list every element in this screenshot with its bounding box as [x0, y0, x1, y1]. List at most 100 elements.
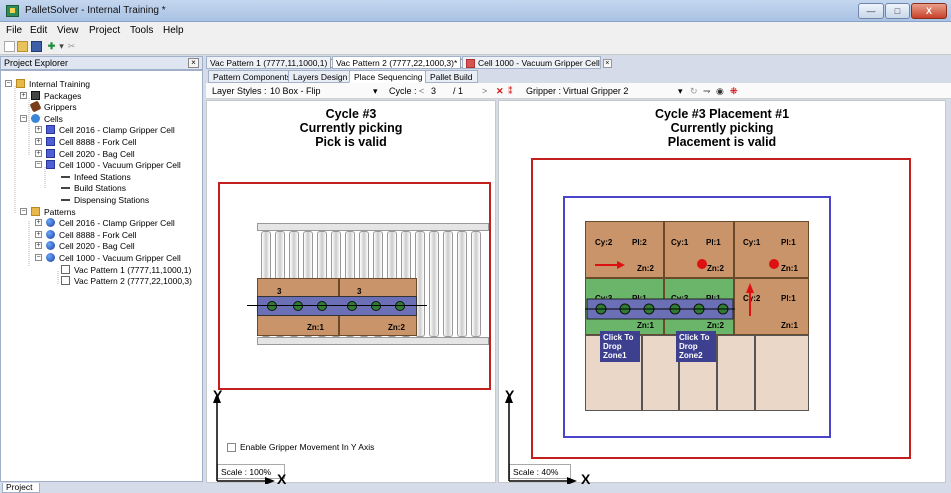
close-gripper-icon[interactable]: ⁜ [730, 86, 738, 97]
chevron-down-icon[interactable]: ▾ [678, 86, 683, 97]
conveyor-roller [471, 231, 481, 337]
collapse-icon[interactable]: − [20, 207, 27, 215]
conveyor-rail-top [257, 223, 489, 231]
tree-node-label: Cells [44, 113, 63, 124]
tree-node-label: Cell 1000 - Vacuum Gripper Cell [59, 160, 181, 171]
collapse-icon[interactable]: − [20, 114, 27, 122]
rotate-icon[interactable]: ↻ [690, 86, 698, 97]
menu-project[interactable]: Project [89, 25, 120, 36]
suction-cup [347, 301, 357, 311]
tree-node-label: Vac Pattern 2 (7777,22,1000,3) [74, 276, 192, 287]
gripper-tool-icon[interactable]: ⇁ [703, 86, 711, 97]
tree-node-label: Internal Training [29, 79, 90, 89]
menu-tools[interactable]: Tools [130, 25, 153, 36]
expand-icon[interactable]: + [35, 242, 42, 250]
packages-icon [31, 90, 40, 100]
drop-zone-2-button[interactable]: Click To Drop Zone2 [676, 331, 716, 362]
cycle-label: Cycle : [389, 86, 417, 96]
tree-node-label: Build Stations [74, 183, 126, 194]
menu-bar: File Edit View Project Tools Help [0, 22, 951, 39]
menu-file[interactable]: File [6, 25, 22, 36]
menu-help[interactable]: Help [163, 25, 184, 36]
tree-node-label: Cell 2016 - Clamp Gripper Cell [59, 125, 175, 136]
close-panel-icon[interactable]: × [188, 58, 199, 68]
tab-place-sequencing[interactable]: Place Sequencing [349, 70, 428, 83]
project-tree: − Internal Training + Packages Grippers − Cell… [0, 70, 203, 482]
empty-slot[interactable] [755, 335, 809, 411]
layer-styles-select[interactable]: 10 Box - Flip [270, 86, 321, 96]
expand-icon[interactable]: + [35, 126, 42, 134]
collapse-icon[interactable]: − [35, 254, 42, 261]
y-axis-label: Y [213, 387, 223, 403]
tree-node-label: Grippers [44, 102, 77, 113]
expand-icon[interactable]: + [35, 149, 42, 157]
cell-icon [46, 137, 55, 146]
tab-vac-pattern-2[interactable]: Vac Pattern 2 (7777,22,1000,3)*× [332, 56, 470, 69]
empty-slot[interactable] [642, 335, 679, 411]
gripper-select[interactable]: Virtual Gripper 2 [563, 86, 628, 96]
tree-node-label: Infeed Stations [74, 171, 131, 182]
minimize-button[interactable]: — [858, 3, 884, 19]
patterns-folder-icon [31, 206, 40, 216]
suction-cup [371, 301, 381, 311]
suction-cup [317, 301, 327, 311]
place-heading-status: Currently picking [670, 121, 774, 135]
tab-pallet-build[interactable]: Pallet Build [425, 70, 478, 83]
delete-icon[interactable]: ✕ [496, 86, 504, 97]
tree-node-label: Vac Pattern 1 (7777,11,1000,1) [74, 264, 192, 275]
collapse-icon[interactable]: − [35, 161, 42, 169]
maximize-button[interactable]: □ [885, 3, 910, 19]
conveyor-rail-bottom [257, 337, 489, 345]
expand-icon[interactable]: + [35, 219, 42, 227]
layer-styles-label: Layer Styles : [212, 86, 267, 96]
menu-view[interactable]: View [57, 25, 79, 36]
previous-cycle-icon[interactable]: < [419, 86, 424, 96]
empty-slot[interactable] [717, 335, 755, 411]
cut-icon[interactable]: ✂ [66, 41, 77, 52]
tree-node-label: Cell 2016 - Clamp Gripper Cell [59, 218, 175, 229]
tree-node-label: Dispensing Stations [74, 195, 150, 205]
vacuum-icon[interactable]: ◉ [716, 86, 724, 97]
zone-1-label: Zn:1 [307, 323, 324, 332]
zone-2-label: Zn:2 [388, 323, 405, 332]
close-button[interactable]: X [911, 3, 947, 19]
collapse-icon[interactable]: − [5, 80, 12, 87]
chevron-down-icon[interactable]: ▾ [373, 86, 378, 97]
document-tabs: Vac Pattern 1 (7777,11,1000,1)× Vac Patt… [206, 56, 951, 69]
expand-icon[interactable]: + [35, 230, 42, 238]
drop-zone-1-button[interactable]: Click To Drop Zone1 [600, 331, 640, 362]
cycle-value[interactable]: 3 [431, 86, 436, 96]
tab-cell-1000[interactable]: Cell 1000 - Vacuum Gripper Cell × [462, 56, 612, 69]
next-cycle-icon[interactable]: > [482, 86, 487, 96]
box-2-count: 3 [357, 287, 362, 296]
gripper-label: Gripper : [526, 86, 562, 96]
x-axis-label: X [277, 471, 287, 487]
app-icon [6, 5, 19, 17]
vacuum-gripper-bar [257, 296, 417, 316]
project-explorer-title: Project Explorer [4, 58, 69, 68]
menu-edit[interactable]: Edit [30, 25, 47, 36]
tab-label: Cell 1000 - Vacuum Gripper Cell [478, 58, 600, 68]
open-folder-icon[interactable] [17, 41, 28, 52]
tab-pattern-components[interactable]: Pattern Components [208, 70, 296, 83]
conveyor-roller [457, 231, 467, 337]
cell-icon [46, 160, 55, 170]
project-bottom-tab[interactable]: Project [2, 483, 40, 493]
tree-node-label: Packages [44, 90, 82, 101]
pick-heading-cycle: Cycle #3 [325, 107, 377, 121]
tab-vac-pattern-1[interactable]: Vac Pattern 1 (7777,11,1000,1)× [206, 56, 340, 69]
new-file-icon[interactable] [4, 41, 15, 52]
close-tab-icon[interactable]: × [602, 59, 612, 69]
tab-layers-design[interactable]: Layers Design [288, 70, 353, 83]
suction-cup [293, 301, 303, 311]
pattern-cell-icon [46, 253, 55, 262]
tree-node-label: Cell 8888 - Fork Cell [59, 229, 137, 240]
pattern-doc-icon [61, 276, 70, 286]
expand-icon[interactable]: + [20, 91, 27, 99]
expand-icon[interactable]: + [35, 138, 42, 145]
layer-controls-bar: Layer Styles : 10 Box - Flip ▾ Cycle : <… [206, 83, 951, 99]
save-icon[interactable] [31, 41, 42, 52]
suction-cup [395, 301, 405, 311]
axis-indicator [213, 393, 275, 484]
clear-all-icon[interactable]: ⁑ [508, 86, 513, 97]
